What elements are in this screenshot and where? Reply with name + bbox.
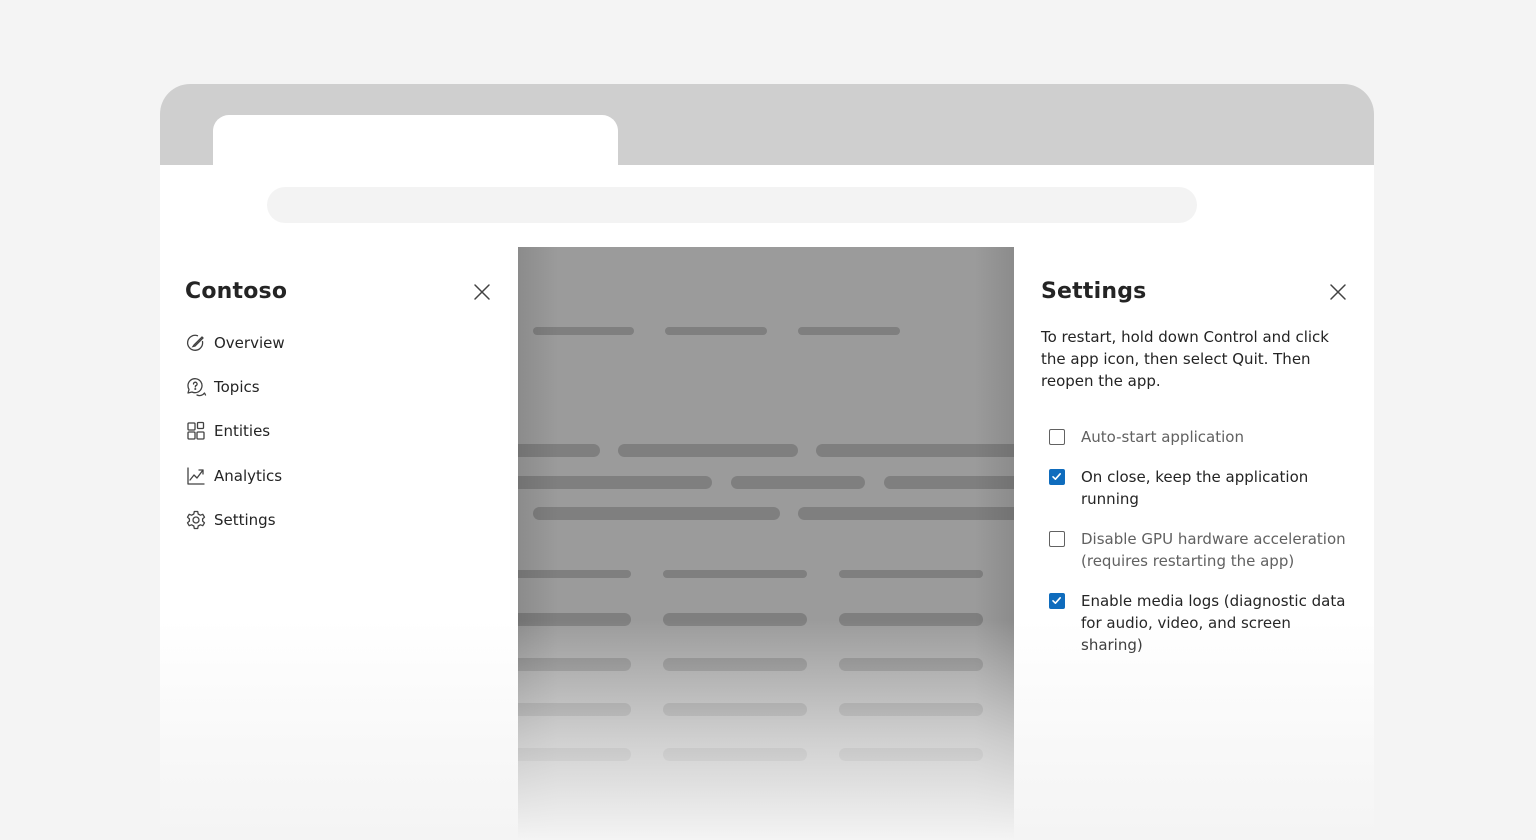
skeleton-line bbox=[665, 327, 767, 335]
skeleton-line bbox=[798, 327, 900, 335]
option-label[interactable]: Disable GPU hardware acceleration (requi… bbox=[1081, 528, 1349, 572]
option-auto-start: Auto-start application bbox=[1049, 426, 1349, 448]
option-label[interactable]: Enable media logs (diagnostic data for a… bbox=[1081, 590, 1349, 656]
nav-item-label: Analytics bbox=[214, 467, 283, 485]
dismiss-icon bbox=[474, 284, 490, 300]
skeleton-line bbox=[663, 613, 807, 626]
skeleton-line bbox=[663, 570, 807, 578]
nav-item-analytics[interactable]: Analytics bbox=[185, 462, 282, 490]
nav-item-settings[interactable]: Settings bbox=[185, 506, 276, 534]
nav-item-topics[interactable]: Topics bbox=[185, 373, 260, 401]
overview-icon bbox=[185, 332, 207, 354]
checkmark-icon bbox=[1052, 473, 1061, 480]
nav-item-entities[interactable]: Entities bbox=[185, 417, 270, 445]
nav-item-label: Overview bbox=[214, 334, 285, 352]
option-media-logs: Enable media logs (diagnostic data for a… bbox=[1049, 590, 1349, 656]
skeleton-line bbox=[839, 748, 983, 761]
skeleton-line bbox=[839, 613, 983, 626]
skeleton-line bbox=[663, 703, 807, 716]
skeleton-line bbox=[839, 703, 983, 716]
option-label[interactable]: Auto-start application bbox=[1081, 426, 1244, 448]
browser-window: Contoso Overview Topics Entities Analyti… bbox=[160, 84, 1374, 840]
close-settings-button[interactable] bbox=[1327, 281, 1349, 303]
checkmark-icon bbox=[1052, 597, 1061, 604]
nav-item-overview[interactable]: Overview bbox=[185, 329, 285, 357]
option-disable-gpu: Disable GPU hardware acceleration (requi… bbox=[1049, 528, 1349, 572]
nav-item-label: Settings bbox=[214, 511, 276, 529]
navigation-drawer: Contoso Overview Topics Entities Analyti… bbox=[160, 247, 518, 840]
checkbox[interactable] bbox=[1049, 531, 1065, 547]
skeleton-line bbox=[533, 507, 780, 520]
skeleton-line bbox=[618, 444, 798, 457]
tab-strip bbox=[160, 84, 1374, 165]
panel-shadow bbox=[518, 247, 558, 840]
entities-icon bbox=[185, 420, 207, 442]
skeleton-line bbox=[839, 658, 983, 671]
skeleton-line bbox=[839, 570, 983, 578]
dismiss-icon bbox=[1330, 284, 1346, 300]
option-keep-running: On close, keep the application running bbox=[1049, 466, 1349, 510]
settings-icon bbox=[185, 509, 207, 531]
browser-tab[interactable] bbox=[213, 115, 618, 165]
settings-description: To restart, hold down Control and click … bbox=[1041, 328, 1329, 390]
drawer-title: Contoso bbox=[185, 279, 288, 304]
checkbox[interactable] bbox=[1049, 593, 1065, 609]
skeleton-line bbox=[663, 748, 807, 761]
checkbox[interactable] bbox=[1049, 469, 1065, 485]
topics-icon bbox=[185, 376, 207, 398]
skeleton-line bbox=[663, 658, 807, 671]
close-drawer-button[interactable] bbox=[471, 281, 493, 303]
skeleton-line bbox=[731, 476, 865, 489]
checkbox[interactable] bbox=[1049, 429, 1065, 445]
analytics-icon bbox=[185, 465, 207, 487]
app-content: Contoso Overview Topics Entities Analyti… bbox=[160, 247, 1374, 840]
nav-item-label: Entities bbox=[214, 422, 271, 440]
drawer-title: Settings bbox=[1041, 279, 1147, 304]
browser-toolbar bbox=[160, 165, 1374, 248]
option-label[interactable]: On close, keep the application running bbox=[1081, 466, 1349, 510]
panel-shadow bbox=[974, 247, 1014, 840]
nav-item-label: Topics bbox=[214, 378, 260, 396]
page-overlay bbox=[518, 247, 1014, 840]
address-bar[interactable] bbox=[267, 187, 1197, 223]
settings-drawer: Settings To restart, hold down Control a… bbox=[1014, 247, 1374, 840]
